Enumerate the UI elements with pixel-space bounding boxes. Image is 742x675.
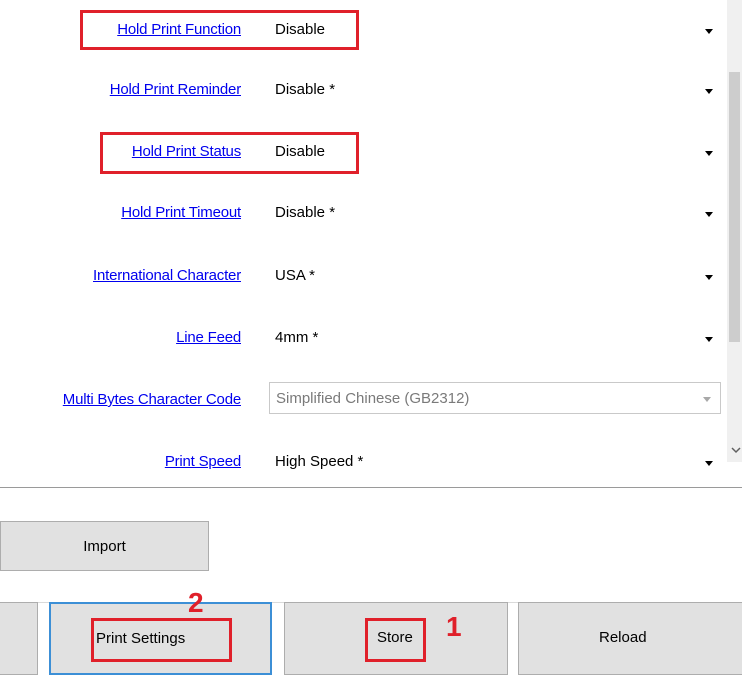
setting-link-multi-bytes-character-code[interactable]: Multi Bytes Character Code [63,391,241,408]
settings-list: Hold Print Function Disable Hold Print R… [0,0,727,487]
dropdown-arrow-icon[interactable] [699,453,719,473]
setting-link-hold-print-reminder[interactable]: Hold Print Reminder [110,81,241,98]
setting-link-international-character[interactable]: International Character [93,267,241,284]
setting-row-hold-print-reminder: Hold Print Reminder Disable * [0,70,727,110]
import-button[interactable]: Import [0,521,209,571]
print-settings-label: Print Settings [96,630,186,647]
annotation-step-1: 1 [446,611,462,642]
scrollbar-thumb[interactable] [729,72,740,342]
print-settings-button[interactable]: Print Settings [49,602,272,675]
setting-row-print-speed: Print Speed High Speed * [0,442,727,482]
setting-row-hold-print-status: Hold Print Status Disable [0,132,727,172]
dropdown-arrow-icon [697,389,717,409]
setting-value-multi-bytes-character-code: Simplified Chinese (GB2312) [276,390,470,407]
setting-value-international-character[interactable]: USA * [275,267,315,284]
setting-value-hold-print-timeout[interactable]: Disable * [275,204,335,221]
toolbar-button-partial[interactable] [0,602,38,675]
setting-row-hold-print-timeout: Hold Print Timeout Disable * [0,193,727,233]
setting-row-hold-print-function: Hold Print Function Disable [0,10,727,50]
setting-link-hold-print-status[interactable]: Hold Print Status [132,143,241,160]
dropdown-arrow-icon[interactable] [699,267,719,287]
setting-row-international-character: International Character USA * [0,256,727,296]
setting-link-hold-print-timeout[interactable]: Hold Print Timeout [121,204,241,221]
reload-label: Reload [599,629,647,646]
setting-select-multi-bytes-character-code: Simplified Chinese (GB2312) [269,382,721,414]
setting-link-line-feed[interactable]: Line Feed [176,329,241,346]
setting-value-hold-print-function[interactable]: Disable [275,21,325,38]
setting-row-line-feed: Line Feed 4mm * [0,318,727,358]
setting-value-hold-print-status[interactable]: Disable [275,143,325,160]
scroll-down-arrow-icon[interactable] [731,444,741,456]
store-label: Store [377,629,413,646]
dropdown-arrow-icon[interactable] [699,329,719,349]
dropdown-arrow-icon[interactable] [699,21,719,41]
setting-value-print-speed[interactable]: High Speed * [275,453,363,470]
dropdown-arrow-icon[interactable] [699,143,719,163]
dropdown-arrow-icon[interactable] [699,204,719,224]
setting-link-print-speed[interactable]: Print Speed [165,453,241,470]
setting-row-multi-bytes-character-code: Multi Bytes Character Code Simplified Ch… [0,380,727,420]
setting-value-line-feed[interactable]: 4mm * [275,329,318,346]
store-button[interactable]: Store [284,602,508,675]
vertical-scrollbar[interactable] [727,0,742,462]
setting-link-hold-print-function[interactable]: Hold Print Function [117,21,241,38]
dropdown-arrow-icon[interactable] [699,81,719,101]
reload-button[interactable]: Reload [518,602,742,675]
setting-value-hold-print-reminder[interactable]: Disable * [275,81,335,98]
annotation-step-2: 2 [188,587,204,618]
